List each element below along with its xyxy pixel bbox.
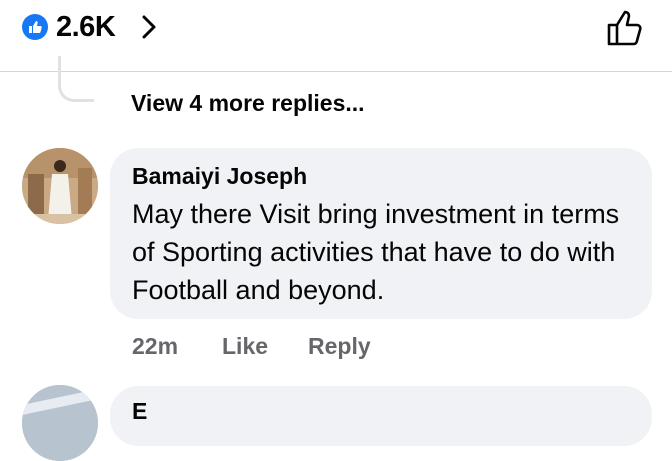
reply-button[interactable]: Reply: [308, 333, 371, 360]
avatar[interactable]: [22, 148, 98, 224]
reaction-count[interactable]: 2.6K: [56, 11, 116, 44]
comment-text: May there Visit bring investment in term…: [132, 199, 620, 305]
like-reaction-icon[interactable]: [22, 14, 48, 40]
avatar[interactable]: [22, 385, 98, 461]
view-more-replies-link[interactable]: View 4 more replies...: [131, 90, 365, 117]
comment-author[interactable]: Bamaiyi Joseph: [132, 163, 307, 190]
reply-thread-connector: [58, 56, 94, 102]
like-button-icon[interactable]: [604, 6, 646, 48]
comment-bubble[interactable]: [110, 386, 652, 446]
like-button[interactable]: Like: [222, 333, 268, 360]
chevron-right-icon[interactable]: [138, 13, 160, 41]
comment-author[interactable]: E: [132, 398, 147, 425]
comment-timestamp[interactable]: 22m: [132, 333, 178, 360]
reactions-header: 2.6K: [0, 0, 672, 72]
